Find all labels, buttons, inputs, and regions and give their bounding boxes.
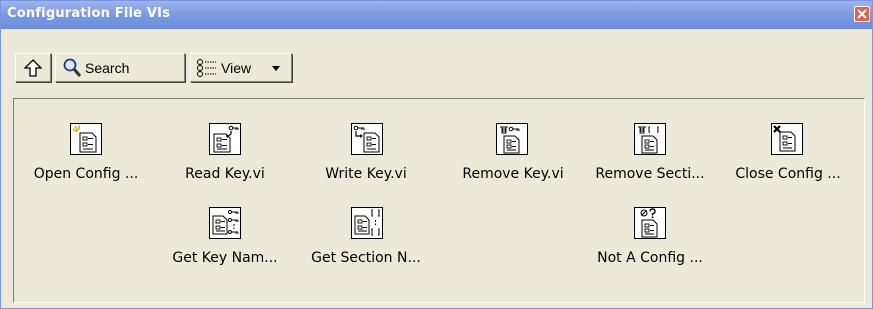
dropdown-arrow-icon — [272, 66, 280, 71]
vi-label: Read Key.vi — [185, 166, 265, 182]
remove-key-icon — [496, 123, 528, 155]
remove-section-icon — [634, 123, 666, 155]
search-button[interactable]: Search — [55, 53, 185, 82]
write-key-icon — [351, 123, 383, 155]
palette-window: Configuration File VIs Search View Open … — [0, 0, 873, 309]
not-a-config-icon — [634, 207, 666, 239]
up-button[interactable] — [15, 53, 51, 82]
vi-label: Remove Secti... — [595, 166, 705, 182]
close-button[interactable] — [854, 6, 870, 22]
vi-label: Open Config ... — [33, 166, 139, 182]
close-config-icon — [771, 123, 803, 155]
search-icon — [63, 58, 82, 77]
view-label: View — [221, 60, 252, 76]
vi-label: Get Key Nam... — [172, 250, 278, 266]
vi-label: Write Key.vi — [325, 166, 407, 182]
get-key-names-icon — [209, 207, 241, 239]
search-label: Search — [85, 60, 130, 76]
vi-label: Remove Key.vi — [462, 166, 564, 182]
up-arrow-icon — [23, 59, 43, 77]
window-title: Configuration File VIs — [7, 6, 171, 21]
close-icon — [857, 9, 867, 19]
vi-label: Not A Config ... — [597, 250, 703, 266]
title-bar[interactable]: Configuration File VIs — [1, 1, 872, 29]
vi-label: Get Section N... — [311, 250, 421, 266]
get-section-names-icon — [351, 207, 383, 239]
view-button[interactable]: View — [190, 53, 292, 82]
palette-content: Open Config ... Read Key.vi Write Key.vi… — [13, 98, 865, 303]
read-key-icon — [209, 123, 241, 155]
view-list-icon — [197, 59, 216, 77]
vi-label: Close Config ... — [735, 166, 841, 182]
open-config-icon — [70, 123, 102, 155]
